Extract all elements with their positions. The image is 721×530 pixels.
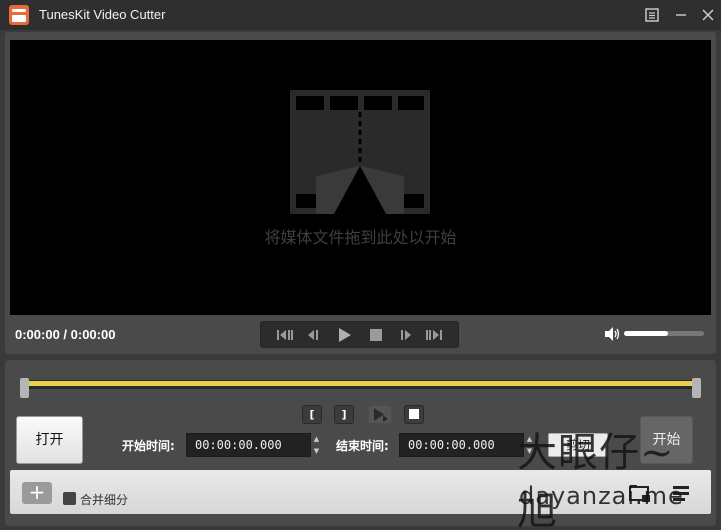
volume-slider[interactable]: [624, 331, 704, 336]
add-segment-button[interactable]: +: [22, 482, 52, 504]
play-segment-icon[interactable]: [368, 405, 392, 424]
merge-checkbox[interactable]: [63, 492, 76, 505]
output-folder-icon[interactable]: [628, 483, 652, 503]
start-time-input[interactable]: 00:00:00.000: [186, 433, 311, 457]
end-time-stepper[interactable]: ▲ ▼: [524, 433, 535, 457]
close-icon[interactable]: [697, 4, 719, 26]
chevron-up-icon[interactable]: ▲: [311, 433, 322, 445]
timeline-selection: [28, 381, 693, 386]
volume-level: [624, 331, 668, 336]
timeline[interactable]: [20, 378, 701, 398]
title-bar: TunesKit Video Cutter: [0, 0, 721, 30]
timeline-start-handle[interactable]: [20, 378, 29, 398]
time-display: 0:00:00 / 0:00:00: [15, 327, 116, 342]
settings-list-icon[interactable]: [670, 483, 694, 503]
chevron-down-icon[interactable]: ▼: [311, 445, 322, 457]
stop-segment-icon[interactable]: [404, 405, 424, 424]
start-time-stepper[interactable]: ▲ ▼: [311, 433, 322, 457]
playback-controls: [260, 321, 459, 348]
film-strip-icon: [290, 90, 430, 214]
start-time-label: 开始时间:: [122, 439, 175, 453]
start-button[interactable]: 开始: [640, 416, 693, 464]
video-preview[interactable]: 将媒体文件拖到此处以开始: [10, 40, 711, 315]
next-frame-icon[interactable]: [396, 325, 418, 345]
mark-start-button[interactable]: [: [302, 405, 322, 424]
open-button[interactable]: 打开: [16, 416, 83, 464]
cut-button[interactable]: 剪切: [548, 433, 608, 457]
play-icon[interactable]: [333, 325, 355, 345]
end-time-label: 结束时间:: [336, 439, 389, 453]
timeline-end-handle[interactable]: [692, 378, 701, 398]
prev-frame-icon[interactable]: [301, 325, 323, 345]
prev-segment-icon[interactable]: [273, 325, 295, 345]
volume-icon[interactable]: [603, 326, 621, 342]
chevron-down-icon[interactable]: ▼: [524, 445, 535, 457]
mark-end-button[interactable]: ]: [334, 405, 354, 424]
end-time-input[interactable]: 00:00:00.000: [399, 433, 524, 457]
next-segment-icon[interactable]: [424, 325, 446, 345]
stop-icon[interactable]: [365, 325, 387, 345]
drop-hint: 将媒体文件拖到此处以开始: [264, 228, 457, 247]
menu-icon[interactable]: [641, 4, 663, 26]
app-title: TunesKit Video Cutter: [39, 7, 166, 22]
merge-label: 合并细分: [80, 493, 129, 507]
minimize-icon[interactable]: [670, 4, 692, 26]
chevron-up-icon[interactable]: ▲: [524, 433, 535, 445]
app-logo-icon: [9, 5, 29, 25]
